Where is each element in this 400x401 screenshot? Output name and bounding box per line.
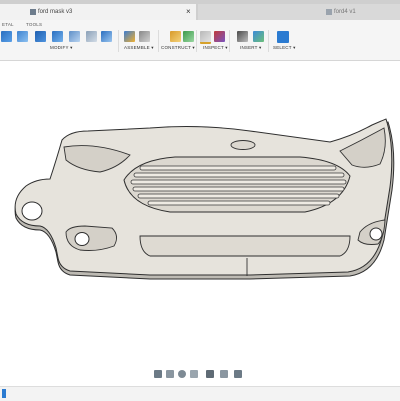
pan-icon[interactable]: [166, 370, 174, 378]
tab-label: ford mask v3: [38, 9, 73, 15]
offset-plane-icon[interactable]: [170, 31, 181, 42]
left-fog-light-hole: [74, 232, 90, 246]
fillet-icon[interactable]: [17, 31, 28, 42]
assemble-menu[interactable]: ASSEMBLE ▾: [124, 45, 154, 51]
navigation-bar: [150, 368, 250, 382]
insert-image-icon[interactable]: [253, 31, 264, 42]
shell-icon[interactable]: [52, 31, 63, 42]
separator: [158, 30, 159, 52]
separator: [268, 30, 269, 52]
right-fog-light-hole: [369, 227, 383, 241]
subtab-etal[interactable]: ETAL: [2, 22, 14, 27]
close-icon[interactable]: ×: [186, 4, 191, 20]
press-pull-icon[interactable]: [1, 31, 12, 42]
select-icon[interactable]: [277, 31, 289, 43]
timeline-bar: [0, 386, 400, 401]
chamfer-icon[interactable]: [35, 31, 46, 42]
scale-icon[interactable]: [86, 31, 97, 42]
document-icon: [326, 9, 332, 15]
lower-grille: [139, 235, 351, 257]
insert-menu[interactable]: INSERT ▾: [240, 45, 261, 51]
viewports-icon[interactable]: [234, 370, 242, 378]
tab-label: ford4 v1: [334, 9, 356, 15]
grille-slat: [132, 186, 345, 192]
inspect-menu[interactable]: INSPECT ▾: [203, 45, 228, 51]
keyring-hole: [21, 201, 43, 221]
emblem: [230, 140, 256, 150]
grille-slat: [130, 179, 347, 185]
new-component-icon[interactable]: [124, 31, 135, 42]
measure-icon[interactable]: [200, 31, 211, 44]
combine-icon[interactable]: [101, 31, 112, 42]
grille-slat: [133, 172, 345, 178]
separator: [196, 30, 197, 52]
zoom-icon[interactable]: [178, 370, 186, 378]
joint-icon[interactable]: [139, 31, 150, 42]
separator: [229, 30, 230, 52]
timeline-marker[interactable]: [2, 389, 6, 398]
grille-slat: [147, 200, 331, 206]
grille-slat: [137, 193, 340, 199]
tab-ford-mask[interactable]: ford mask v3 ×: [0, 4, 196, 20]
ford-mask-model[interactable]: [0, 61, 400, 366]
grille-slat: [139, 165, 337, 171]
left-fog-light-housing: [65, 225, 117, 251]
modify-menu[interactable]: MODIFY ▾: [50, 45, 73, 51]
tab-ford4[interactable]: ford4 v1: [198, 4, 400, 20]
axis-icon[interactable]: [183, 31, 194, 42]
design-canvas[interactable]: [0, 61, 400, 366]
insert-derive-icon[interactable]: [237, 31, 248, 42]
select-menu[interactable]: SELECT ▾: [273, 45, 296, 51]
fit-icon[interactable]: [190, 370, 198, 378]
ribbon-toolbar: ETAL TOOLS MODIFY ▾ ASSEMBLE ▾ CONSTRUCT…: [0, 20, 400, 61]
subtab-tools[interactable]: TOOLS: [26, 22, 42, 27]
display-mode-icon[interactable]: [206, 370, 214, 378]
orbit-icon[interactable]: [154, 370, 162, 378]
grid-icon[interactable]: [220, 370, 228, 378]
document-tab-bar: ford mask v3 × ford4 v1: [0, 0, 400, 20]
draft-icon[interactable]: [69, 31, 80, 42]
section-analysis-icon[interactable]: [214, 31, 225, 42]
separator: [118, 30, 119, 52]
document-icon: [30, 9, 36, 15]
construct-menu[interactable]: CONSTRUCT ▾: [161, 45, 195, 51]
